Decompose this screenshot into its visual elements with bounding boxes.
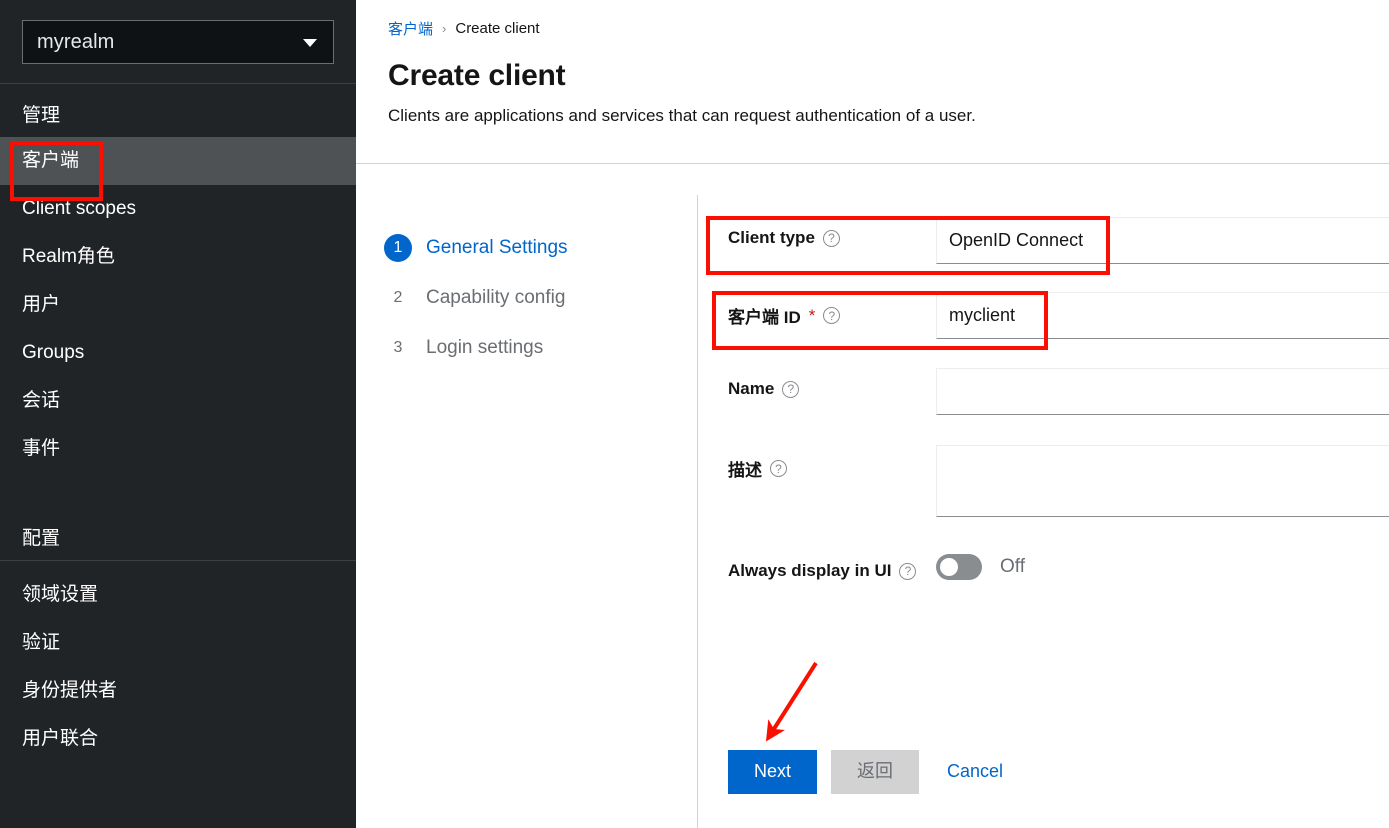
wizard-step-label: Capability config — [426, 287, 566, 308]
next-button[interactable]: Next — [728, 750, 818, 794]
wizard-step-label: General Settings — [426, 237, 568, 258]
label-name: Name ? — [728, 368, 936, 399]
form-row-description: 描述 ? — [728, 445, 1389, 517]
sidebar-item-realm-roles[interactable]: Realm角色 — [0, 233, 356, 281]
sidebar-item-groups[interactable]: Groups — [0, 329, 356, 377]
select-client-type-value: OpenID Connect — [949, 230, 1084, 250]
sidebar-item-realm-settings[interactable]: 领域设置 — [0, 571, 356, 619]
sidebar-item-authentication[interactable]: 验证 — [0, 619, 356, 667]
sidebar-item-user-federation[interactable]: 用户联合 — [0, 715, 356, 763]
help-icon[interactable]: ? — [770, 460, 787, 477]
breadcrumb-link-clients[interactable]: 客户端 — [388, 18, 433, 39]
wizard-vertical-divider — [697, 195, 698, 828]
realm-selector-value: myrealm — [37, 30, 115, 53]
label-description-text: 描述 — [728, 461, 762, 480]
toggle-knob — [940, 558, 958, 576]
textarea-description[interactable] — [936, 445, 1389, 517]
label-client-id-text: 客户端 ID — [728, 308, 801, 327]
sidebar-item-identity-providers[interactable]: 身份提供者 — [0, 667, 356, 715]
sidebar: myrealm 管理 客户端 Client scopes Realm角色 用户 … — [0, 0, 356, 828]
label-description: 描述 ? — [728, 445, 936, 481]
help-icon[interactable]: ? — [899, 562, 917, 580]
wizard-action-bar: Next 返回 Cancel — [728, 750, 1017, 794]
form-row-client-type: Client type ? OpenID Connect — [728, 217, 1389, 264]
form-row-always-display: Always display in UI ? Off — [728, 550, 1389, 581]
wizard-step-number: 2 — [393, 289, 403, 306]
sidebar-item-users[interactable]: 用户 — [0, 281, 356, 329]
form-row-client-id: 客户端 ID * ? myclient — [728, 292, 1389, 339]
back-button[interactable]: 返回 — [831, 750, 920, 794]
sidebar-item-client-scopes[interactable]: Client scopes — [0, 185, 356, 233]
toggle-always-display-in-ui[interactable] — [936, 554, 982, 580]
realm-selector[interactable]: myrealm — [22, 20, 334, 64]
page-subtitle: Clients are applications and services th… — [388, 106, 976, 125]
sidebar-item-sessions[interactable]: 会话 — [0, 377, 356, 425]
breadcrumb: 客户端 › Create client — [388, 18, 1389, 39]
wizard-step-number: 3 — [393, 339, 403, 356]
keycloak-admin-console: myrealm 管理 客户端 Client scopes Realm角色 用户 … — [0, 0, 1389, 828]
sidebar-section-title-manage: 管理 — [22, 105, 61, 126]
input-client-id-value: myclient — [949, 305, 1016, 325]
input-name[interactable] — [936, 368, 1389, 415]
chevron-down-icon — [303, 39, 317, 47]
sidebar-item-clients[interactable]: 客户端 — [0, 137, 356, 185]
label-client-type: Client type ? — [728, 217, 936, 248]
help-icon[interactable]: ? — [822, 229, 840, 247]
sidebar-section-title-configure: 配置 — [22, 528, 61, 549]
label-name-text: Name — [728, 379, 775, 398]
wizard-step-general-settings[interactable]: 1 General Settings — [384, 223, 664, 273]
sidebar-item-events[interactable]: 事件 — [0, 425, 356, 473]
page-header: 客户端 › Create client Create client Client… — [356, 0, 1389, 126]
label-always-display: Always display in UI ? — [728, 550, 936, 581]
breadcrumb-current: Create client — [455, 20, 540, 37]
header-divider — [356, 163, 1389, 164]
required-indicator: * — [808, 305, 816, 325]
help-icon[interactable]: ? — [823, 307, 841, 324]
toggle-state-label: Off — [1000, 556, 1025, 577]
form-row-name: Name ? — [728, 368, 1389, 415]
cancel-button[interactable]: Cancel — [933, 750, 1017, 794]
select-client-type[interactable]: OpenID Connect — [936, 217, 1389, 264]
wizard-step-number: 1 — [384, 234, 412, 262]
label-client-id: 客户端 ID * ? — [728, 292, 936, 328]
wizard-step-label: Login settings — [426, 337, 544, 358]
help-icon[interactable]: ? — [782, 380, 800, 398]
wizard-step-capability-config[interactable]: 2 Capability config — [384, 273, 664, 323]
main-content: 客户端 › Create client Create client Client… — [356, 0, 1389, 828]
wizard-step-login-settings[interactable]: 3 Login settings — [384, 323, 664, 373]
realm-selector-wrap: myrealm — [0, 0, 356, 64]
label-always-display-text: Always display in UI — [728, 561, 892, 580]
input-client-id[interactable]: myclient — [936, 292, 1389, 339]
page-title: Create client — [388, 59, 566, 92]
label-client-type-text: Client type — [728, 228, 815, 247]
wizard-step-list: 1 General Settings 2 Capability config 3… — [384, 223, 664, 373]
always-display-control: Off — [936, 550, 1025, 580]
breadcrumb-separator-icon: › — [442, 21, 447, 36]
